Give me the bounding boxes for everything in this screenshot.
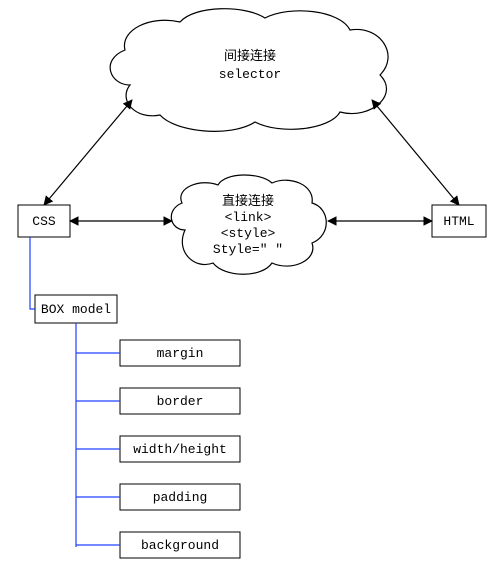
cloud-direct-link: <link>: [225, 210, 272, 225]
node-margin: margin: [120, 340, 240, 366]
node-padding-label: padding: [153, 490, 208, 505]
node-html: HTML: [432, 205, 486, 237]
edge-css-topcloud: [44, 100, 132, 205]
node-boxmodel-label: BOX model: [41, 302, 111, 317]
node-wh-label: width/height: [133, 442, 227, 457]
node-border-label: border: [157, 394, 204, 409]
node-background: background: [120, 532, 240, 558]
cloud-direct: 直接连接 <link> <style> Style=" ": [171, 175, 326, 274]
node-html-label: HTML: [443, 214, 474, 229]
cloud-indirect: 间接连接 selector: [110, 9, 388, 132]
node-padding: padding: [120, 484, 240, 510]
node-border: border: [120, 388, 240, 414]
cloud-direct-inline: Style=" ": [213, 242, 283, 257]
edge-html-topcloud: [372, 100, 459, 205]
node-background-label: background: [141, 538, 219, 553]
node-css-label: CSS: [32, 214, 56, 229]
node-css: CSS: [18, 205, 70, 237]
cloud-indirect-sub: selector: [219, 67, 281, 82]
cloud-indirect-title: 间接连接: [224, 48, 276, 64]
edge-css-boxmodel: [30, 237, 35, 309]
node-wh: width/height: [120, 436, 240, 462]
node-margin-label: margin: [157, 346, 204, 361]
node-boxmodel: BOX model: [35, 295, 117, 323]
cloud-direct-title: 直接连接: [222, 193, 274, 209]
cloud-direct-style: <style>: [221, 226, 276, 241]
